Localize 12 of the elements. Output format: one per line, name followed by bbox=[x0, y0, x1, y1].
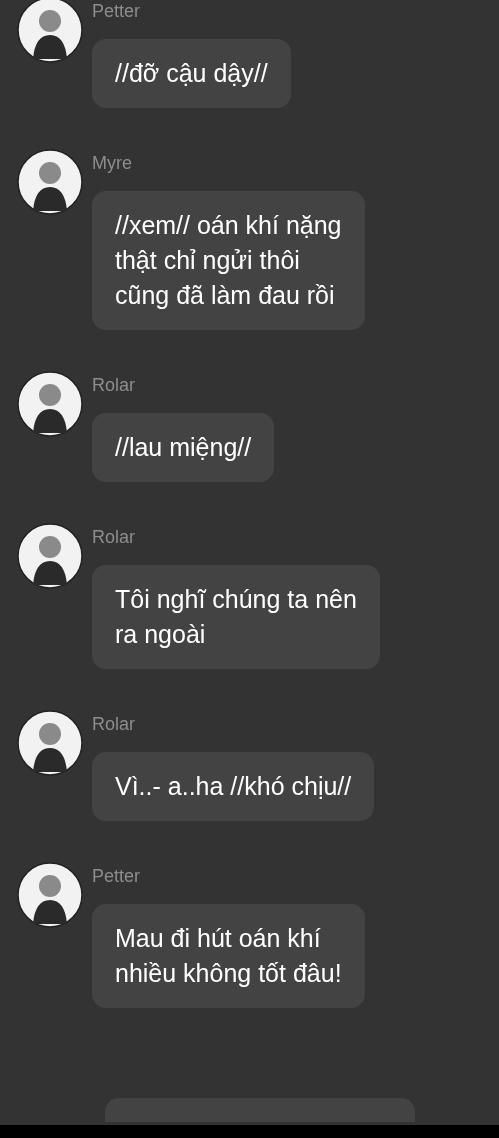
sender-name: Rolar bbox=[92, 713, 135, 735]
message-bubble: Vì..- a..ha //khó chịu// bbox=[92, 752, 375, 821]
sender-name: Petter bbox=[92, 865, 141, 887]
message-bubble: Tôi nghĩ chúng ta nên ra ngoài bbox=[92, 565, 380, 669]
message-bubble: Mau đi hút oán khí nhiều không tốt đâu! bbox=[92, 904, 365, 1008]
sender-name: Myre bbox=[92, 152, 132, 174]
message-bubble: //đỡ cậu dậy// bbox=[92, 39, 291, 108]
sender-name: Petter bbox=[92, 0, 141, 22]
sender-name: Rolar bbox=[92, 374, 135, 396]
message-bubble: //xem// oán khí nặng thật chỉ ngửi thôi cũng đã làm đau rồi bbox=[92, 191, 365, 330]
sender-name: Rolar bbox=[92, 526, 135, 548]
message-bubble: //lau miệng// bbox=[92, 413, 275, 482]
